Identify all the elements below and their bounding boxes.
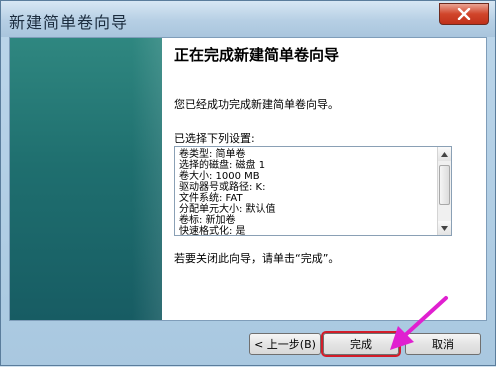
scroll-thumb[interactable]	[439, 165, 450, 205]
settings-lines: 卷类型: 简单卷 选择的磁盘: 磁盘 1 卷大小: 1000 MB 驱动器号或路…	[179, 149, 276, 236]
scroll-up-button[interactable]	[438, 147, 451, 161]
close-icon	[457, 8, 471, 20]
back-button[interactable]: < 上一步(B)	[249, 333, 321, 355]
setting-line: 驱动器号或路径: K:	[179, 182, 266, 193]
settings-label: 已选择下列设置:	[174, 132, 255, 145]
setting-line: 卷类型: 简单卷	[179, 149, 246, 160]
success-message: 您已经成功完成新建简单卷向导。	[174, 98, 339, 111]
setting-line: 卷标: 新加卷	[179, 215, 236, 226]
setting-line: 选择的磁盘: 磁盘 1	[179, 160, 266, 171]
settings-list[interactable]: 卷类型: 简单卷 选择的磁盘: 磁盘 1 卷大小: 1000 MB 驱动器号或路…	[174, 146, 452, 236]
wizard-side-banner	[10, 38, 162, 320]
wizard-footer: < 上一步(B) 完成 取消	[1, 321, 495, 367]
setting-line: 快速格式化: 是	[179, 226, 246, 236]
setting-line: 卷大小: 1000 MB	[179, 171, 260, 182]
close-button[interactable]	[439, 3, 489, 25]
scroll-down-button[interactable]	[438, 221, 451, 235]
window-title: 新建简单卷向导	[9, 13, 129, 32]
title-bar[interactable]: 新建简单卷向导	[1, 1, 495, 37]
finish-button[interactable]: 完成	[321, 331, 401, 357]
wizard-content: 正在完成新建简单卷向导 您已经成功完成新建简单卷向导。 已选择下列设置: 卷类型…	[174, 38, 486, 320]
setting-line: 分配单元大小: 默认值	[179, 204, 276, 215]
close-hint: 若要关闭此向导，请单击“完成”。	[174, 252, 340, 265]
chevron-down-icon	[441, 225, 448, 231]
page-title: 正在完成新建简单卷向导	[174, 46, 340, 64]
cancel-button[interactable]: 取消	[405, 333, 481, 355]
chevron-up-icon	[441, 151, 448, 157]
settings-scrollbar[interactable]	[437, 147, 451, 235]
setting-line: 文件系统: FAT	[179, 193, 243, 204]
wizard-window: 新建简单卷向导 正在完成新建简单卷向导 您已经成功完成新建简单卷向导。 已选择下…	[0, 0, 496, 366]
wizard-client-area: 正在完成新建简单卷向导 您已经成功完成新建简单卷向导。 已选择下列设置: 卷类型…	[9, 37, 487, 321]
